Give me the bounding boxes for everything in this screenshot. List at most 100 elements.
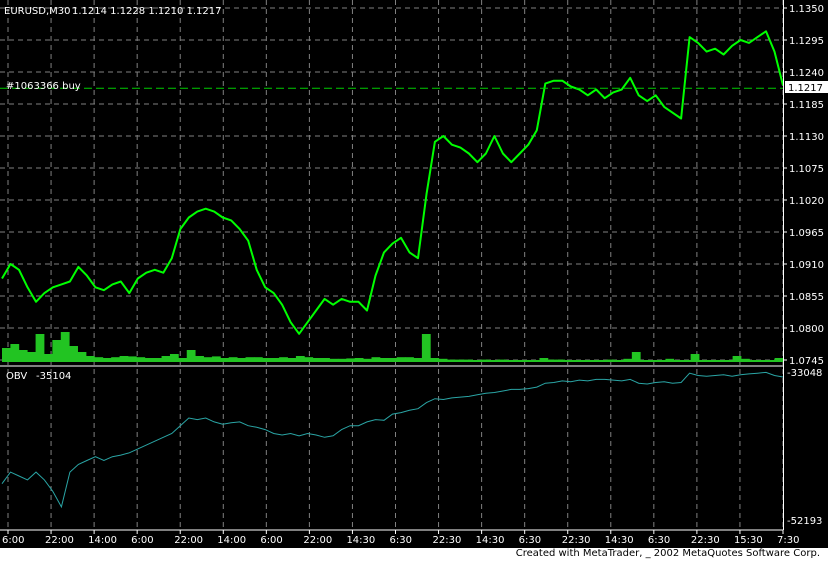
volume-bar — [581, 360, 591, 362]
volume-bar — [623, 358, 633, 362]
time-tick-label: 22:00 — [174, 535, 203, 546]
price-tick-label: 1.1075 — [789, 164, 824, 175]
price-tick-label: 1.0800 — [789, 324, 824, 335]
time-tick-label: 14:30 — [605, 535, 634, 546]
volume-bar — [615, 360, 624, 362]
time-tick-label: 6:30 — [648, 535, 670, 546]
volume-bar — [52, 340, 62, 362]
time-tick-label: 7:30 — [777, 535, 799, 546]
volume-bar — [144, 358, 154, 362]
volume-bar — [253, 357, 263, 362]
time-tick-label: 22:30 — [562, 535, 591, 546]
time-tick-label: 6:30 — [519, 535, 541, 546]
volume-bar — [270, 358, 280, 362]
volume-bar — [111, 357, 120, 362]
volume-bar — [547, 359, 557, 362]
volume-bar — [312, 358, 322, 362]
time-tick-label: 6:30 — [390, 535, 412, 546]
copyright-footer: Created with MetaTrader, _ 2002 MetaQuot… — [515, 548, 820, 559]
volume-bar — [178, 358, 188, 362]
volume-bar — [732, 356, 742, 362]
volume-bar — [640, 360, 650, 362]
volume-bar — [573, 360, 582, 362]
volume-bar — [539, 358, 549, 362]
price-tick-label: 1.1240 — [789, 68, 824, 79]
volume-bar — [237, 358, 246, 362]
volume-bar — [724, 360, 734, 362]
bid-price-label: 1.1217 — [788, 83, 823, 94]
volume-bar — [749, 360, 759, 362]
volume-bar — [463, 359, 473, 362]
volume-bar — [606, 359, 616, 362]
volume-bar — [127, 356, 137, 362]
time-tick-label: 6:00 — [260, 535, 282, 546]
volume-bar — [245, 357, 255, 362]
volume-bar — [497, 359, 507, 362]
price-tick-label: 1.1295 — [789, 36, 824, 47]
time-tick-label: 14:30 — [476, 535, 505, 546]
volume-bar — [564, 360, 574, 362]
volume-bar — [421, 334, 431, 362]
volume-bar — [371, 357, 381, 362]
volume-bar — [682, 360, 692, 362]
volume-bar — [321, 358, 330, 362]
obv-label: OBV — [6, 371, 27, 382]
volume-bar — [598, 360, 608, 362]
volume-bar — [631, 352, 641, 362]
volume-bar — [94, 357, 104, 362]
volume-bar — [589, 360, 599, 362]
volume-bar — [69, 346, 78, 362]
volume-bar — [195, 356, 204, 362]
order-label: #1063366 buy — [6, 81, 81, 92]
volume-bar — [699, 360, 708, 362]
volume-bar — [354, 358, 364, 362]
price-tick-label: 1.1130 — [789, 132, 824, 143]
volume-bar — [489, 360, 498, 362]
volume-bar — [220, 358, 230, 362]
volume-bar — [295, 356, 305, 362]
metatrader-chart[interactable]: 1.1350 1.1295 1.1240 1.1185 1.1130 1.1075 1.10… — [0, 0, 828, 564]
price-tick-label: 1.1185 — [789, 100, 824, 111]
volume-bar — [60, 332, 70, 362]
volume-bar — [43, 354, 53, 362]
volume-bar — [228, 357, 238, 362]
volume-bar — [396, 357, 406, 362]
price-tick-label: 1.1350 — [789, 4, 824, 15]
chart-background — [0, 0, 828, 548]
obv-tick-label: -52193 — [787, 516, 822, 527]
volume-bar — [648, 360, 658, 362]
ohlc-readout: 1.1214 1.1228 1.1210 1.1217 — [72, 6, 222, 17]
volume-bar — [337, 358, 347, 362]
volume-bar — [774, 358, 784, 362]
time-tick-label: 22:00 — [303, 535, 332, 546]
volume-bar — [388, 358, 398, 362]
price-tick-label: 1.0965 — [789, 228, 824, 239]
volume-bar — [447, 359, 456, 362]
volume-bar — [657, 360, 666, 362]
volume-bar — [85, 356, 95, 362]
obv-value: -35104 — [36, 371, 71, 382]
volume-bar — [35, 334, 45, 362]
volume-bar — [741, 358, 750, 362]
time-tick-label: 14:00 — [88, 535, 117, 546]
time-tick-label: 22:00 — [45, 535, 74, 546]
volume-bar — [455, 359, 465, 362]
volume-bar — [379, 358, 389, 362]
volume-bar — [102, 358, 112, 362]
volume-bar — [673, 360, 683, 362]
time-tick-label: 22:30 — [433, 535, 462, 546]
time-tick-label: 22:30 — [691, 535, 720, 546]
volume-bar — [18, 350, 28, 362]
symbol-label: EURUSD,M30 — [4, 6, 70, 17]
volume-bar — [413, 358, 423, 362]
time-tick-label: 14:30 — [346, 535, 375, 546]
price-tick-label: 1.0855 — [789, 292, 824, 303]
time-tick-label: 6:00 — [2, 535, 24, 546]
volume-bar — [522, 360, 532, 362]
obv-tick-label: -33048 — [787, 368, 822, 379]
time-tick-label: 15:30 — [734, 535, 763, 546]
volume-bar — [766, 360, 776, 362]
volume-bar — [505, 360, 515, 362]
volume-bar — [757, 360, 767, 362]
volume-bar — [690, 354, 700, 362]
